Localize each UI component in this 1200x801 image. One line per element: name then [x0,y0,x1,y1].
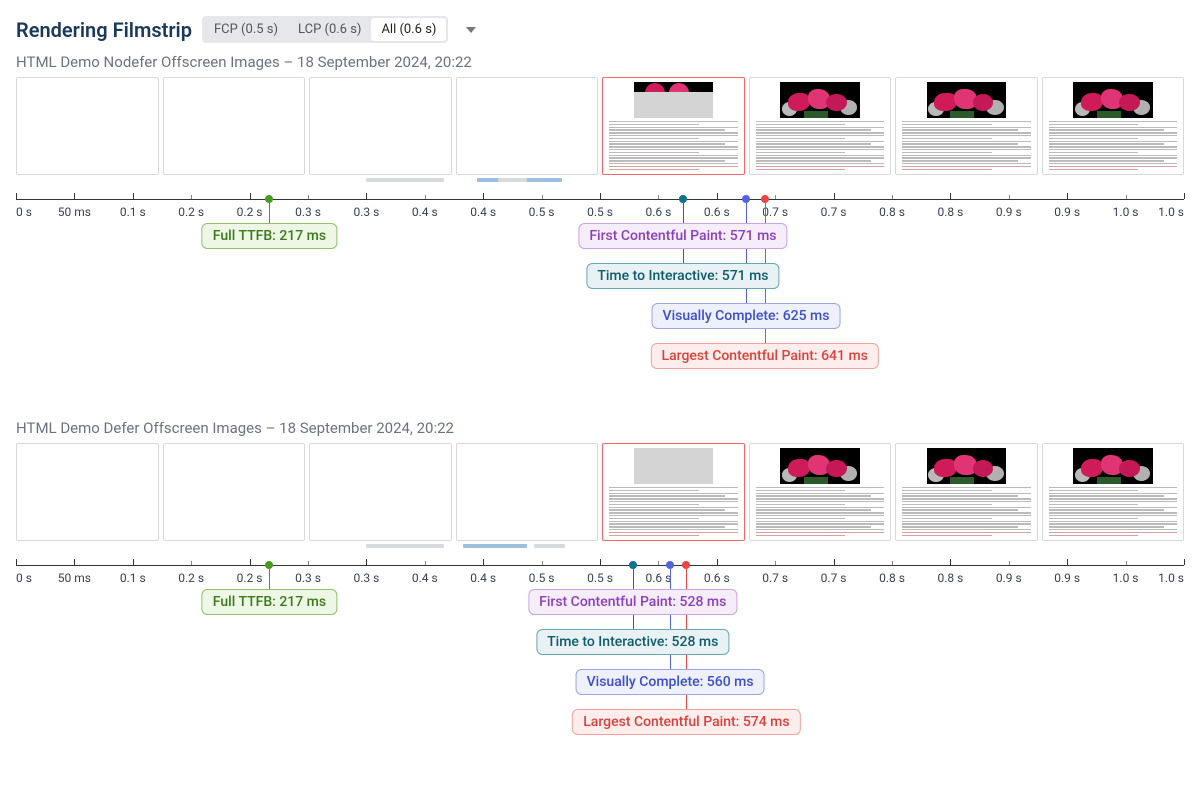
metrics [16,215,1184,407]
thumbnail-image [927,82,1007,118]
activity-bar [498,178,527,182]
marker-dot-vc [742,195,750,203]
thumbnail-partial [634,82,714,118]
filmstrip-frame[interactable] [456,77,599,175]
filmstrip-frame[interactable] [16,77,159,175]
run-title: HTML Demo Nodefer Offscreen Images – 18 … [16,53,1184,71]
timeline: 0 s50 ms0.1 s0.2 s0.2 s0.3 s0.3 s0.4 s0.… [16,551,1184,773]
run-title: HTML Demo Defer Offscreen Images – 18 Se… [16,419,1184,437]
thumbnail-text [754,121,887,170]
thumbnail-text [754,487,887,536]
thumbnail-text [1047,487,1180,536]
filmstrip-frame[interactable] [749,443,892,541]
metrics [16,581,1184,773]
timeline-axis: 0 s50 ms0.1 s0.2 s0.2 s0.3 s0.3 s0.4 s0.… [16,555,1184,581]
filmstrip-frame[interactable] [895,443,1038,541]
filmstrip-frame[interactable] [749,77,892,175]
filmstrip-frame[interactable] [456,443,599,541]
thumbnail-text [900,121,1033,170]
filmstrip-frame[interactable] [602,443,745,541]
thumbnail-image [1073,448,1153,484]
tab-0[interactable]: FCP (0.5 s) [204,18,288,41]
thumbnail-text [607,487,740,536]
thumbnail-image [927,448,1007,484]
marker-dot-tti [629,561,637,569]
tab-1[interactable]: LCP (0.6 s) [288,18,371,41]
filmstrip [16,77,1184,175]
thumbnail-text [900,487,1033,536]
thumbnail-image [780,448,860,484]
timeline: 0 s50 ms0.1 s0.2 s0.2 s0.3 s0.3 s0.4 s0.… [16,185,1184,407]
dropdown-caret-icon[interactable] [460,19,482,41]
marker-dot-lcp [682,561,690,569]
marker-dot-ttfb [265,195,273,203]
thumbnail-text [607,121,740,170]
filmstrip-frame[interactable] [895,77,1038,175]
thumbnail-image [780,82,860,118]
page-title: Rendering Filmstrip [16,18,192,42]
marker-dot-tti [679,195,687,203]
filmstrip-frame[interactable] [16,443,159,541]
filmstrip-frame[interactable] [163,77,306,175]
header: Rendering Filmstrip FCP (0.5 s)LCP (0.6 … [16,16,1184,43]
thumbnail-image [1073,82,1153,118]
tab-2[interactable]: All (0.6 s) [371,18,446,41]
view-tabs: FCP (0.5 s)LCP (0.6 s)All (0.6 s) [202,16,448,43]
timeline-axis: 0 s50 ms0.1 s0.2 s0.2 s0.3 s0.3 s0.4 s0.… [16,189,1184,215]
marker-dot-vc [666,561,674,569]
marker-dot-ttfb [265,561,273,569]
activity-bar [534,544,565,548]
filmstrip-frame[interactable] [163,443,306,541]
filmstrip [16,443,1184,541]
marker-dot-lcp [761,195,769,203]
filmstrip-frame[interactable] [1042,443,1185,541]
activity-bar [463,544,527,548]
activity-bar [366,178,444,182]
filmstrip-frame[interactable] [1042,77,1185,175]
activity-bars [16,543,1184,549]
activity-bars [16,177,1184,183]
thumbnail-placeholder [634,448,714,484]
thumbnail-text [1047,121,1180,170]
activity-bar [366,544,444,548]
filmstrip-frame[interactable] [309,77,452,175]
filmstrip-frame[interactable] [602,77,745,175]
filmstrip-frame[interactable] [309,443,452,541]
